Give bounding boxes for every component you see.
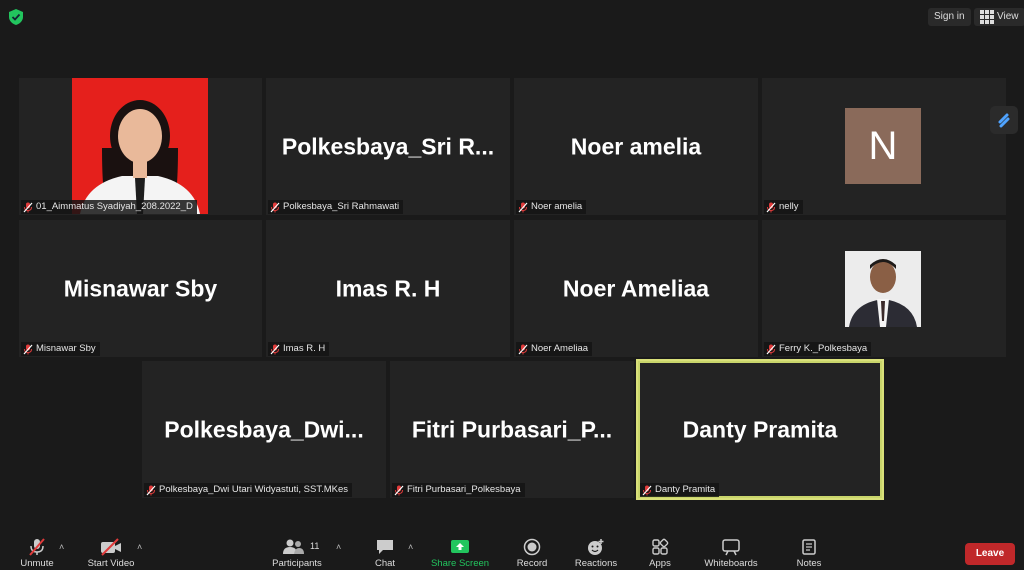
- video-tile[interactable]: Polkesbaya_Dwi... Polkesbaya_Dwi Utari W…: [142, 361, 386, 498]
- participant-name: Noer Ameliaa: [531, 343, 589, 354]
- record-label: Record: [516, 558, 548, 569]
- view-button[interactable]: View: [974, 8, 1024, 26]
- share-screen-button[interactable]: Share Screen: [425, 532, 495, 570]
- whiteboards-label: Whiteboards: [704, 558, 758, 569]
- video-off-icon: [101, 538, 121, 556]
- reactions-button[interactable]: Reactions: [561, 532, 631, 570]
- muted-mic-icon: [766, 344, 776, 354]
- apps-icon: [652, 538, 669, 555]
- participants-button[interactable]: Participants: [262, 532, 332, 570]
- participant-photo: [845, 251, 921, 327]
- participants-label: Participants: [272, 558, 322, 569]
- chevron-up-icon[interactable]: ˄: [59, 542, 64, 552]
- whiteboards-button[interactable]: Whiteboards: [696, 532, 766, 570]
- muted-mic-icon: [23, 344, 33, 354]
- participant-name-label: Fitri Purbasari_Polkesbaya: [392, 483, 525, 497]
- participant-name: Danty Pramita: [655, 484, 716, 495]
- record-button[interactable]: Record: [497, 532, 567, 570]
- muted-mic-icon: [642, 485, 652, 495]
- start-video-label: Start Video: [87, 558, 135, 569]
- grid-icon: [980, 10, 994, 24]
- video-tile[interactable]: N nelly: [762, 78, 1006, 215]
- share-screen-label: Share Screen: [430, 558, 490, 569]
- chat-label: Chat: [374, 558, 396, 569]
- participant-name: Polkesbaya_Sri Rahmawati: [283, 201, 400, 212]
- participant-name: Fitri Purbasari_Polkesbaya: [407, 484, 521, 495]
- muted-mic-icon: [270, 344, 280, 354]
- leave-button[interactable]: Leave: [965, 543, 1015, 565]
- participant-name-label: Imas R. H: [268, 342, 330, 356]
- participant-name: Polkesbaya_Dwi Utari Widyastuti, SST.MKe…: [159, 484, 349, 495]
- reactions-label: Reactions: [574, 558, 618, 569]
- participant-name: Misnawar Sby: [36, 343, 96, 354]
- view-label: View: [997, 11, 1019, 22]
- unmute-label: Unmute: [20, 558, 54, 569]
- chevron-up-icon[interactable]: ˄: [408, 542, 413, 552]
- participant-display-name: Fitri Purbasari_P...: [411, 416, 613, 442]
- reactions-icon: [588, 539, 604, 555]
- participant-name: Noer amelia: [531, 201, 583, 212]
- participant-display-name: Polkesbaya_Sri R...: [281, 133, 495, 159]
- stack-icon: [998, 113, 1010, 128]
- participant-name-label: Ferry K._Polkesbaya: [764, 342, 872, 356]
- participant-display-name: Danty Pramita: [682, 416, 838, 442]
- participant-display-name: Imas R. H: [335, 275, 441, 301]
- participant-display-name: Noer amelia: [570, 133, 702, 159]
- share-screen-icon: [451, 540, 469, 553]
- avatar: N: [845, 108, 921, 184]
- video-tile[interactable]: Polkesbaya_Sri R... Polkesbaya_Sri Rahma…: [266, 78, 510, 215]
- apps-label: Apps: [649, 558, 671, 569]
- participant-name-label: Misnawar Sby: [21, 342, 100, 356]
- active-speaker-tile[interactable]: Danty Pramita Danty Pramita: [636, 359, 884, 500]
- muted-mic-icon: [518, 202, 528, 212]
- participant-display-name: Polkesbaya_Dwi...: [164, 416, 364, 442]
- participant-name-label: Noer Ameliaa: [516, 342, 593, 356]
- top-bar: Sign in View: [0, 0, 1024, 34]
- video-tile[interactable]: Fitri Purbasari_P... Fitri Purbasari_Pol…: [390, 361, 634, 498]
- video-tile[interactable]: Noer amelia Noer amelia: [514, 78, 758, 215]
- video-tile[interactable]: 01_Aimmatus Syadiyah_208.2022_D: [19, 78, 262, 215]
- participant-name: nelly: [779, 201, 799, 212]
- side-panel-button[interactable]: [990, 106, 1018, 134]
- notes-label: Notes: [796, 558, 822, 569]
- participant-name-label: Noer amelia: [516, 200, 587, 214]
- participant-display-name: Noer Ameliaa: [562, 275, 710, 301]
- muted-mic-icon: [766, 202, 776, 212]
- notes-button[interactable]: Notes: [774, 532, 844, 570]
- start-video-button[interactable]: Start Video: [76, 532, 146, 570]
- muted-mic-icon: [29, 538, 45, 556]
- participant-name-label: nelly: [764, 200, 803, 214]
- participant-name-label: Polkesbaya_Sri Rahmawati: [268, 200, 404, 214]
- participant-photo: [72, 78, 208, 214]
- muted-mic-icon: [270, 202, 280, 212]
- video-tile[interactable]: Noer Ameliaa Noer Ameliaa: [514, 220, 758, 357]
- participants-count: 11: [310, 541, 320, 551]
- participant-name-label: Danty Pramita: [640, 483, 720, 497]
- chevron-up-icon[interactable]: ˄: [336, 542, 341, 552]
- participant-name: Ferry K._Polkesbaya: [779, 343, 868, 354]
- participant-name: 01_Aimmatus Syadiyah_208.2022_D: [36, 201, 193, 212]
- muted-mic-icon: [518, 344, 528, 354]
- apps-button[interactable]: Apps: [625, 532, 695, 570]
- chevron-up-icon[interactable]: ˄: [137, 542, 142, 552]
- video-tile[interactable]: Ferry K._Polkesbaya: [762, 220, 1006, 357]
- record-icon: [523, 538, 541, 556]
- notes-icon: [802, 539, 816, 555]
- shield-icon[interactable]: [9, 9, 23, 25]
- sign-in-button[interactable]: Sign in: [928, 8, 971, 26]
- meeting-toolbar: Unmute ˄ Start Video ˄ Participants 11 ˄…: [0, 532, 1024, 570]
- muted-mic-icon: [146, 485, 156, 495]
- participant-name-label: Polkesbaya_Dwi Utari Widyastuti, SST.MKe…: [144, 483, 353, 497]
- participant-name: Imas R. H: [283, 343, 326, 354]
- participant-display-name: Misnawar Sby: [63, 275, 218, 301]
- video-tile[interactable]: Misnawar Sby Misnawar Sby: [19, 220, 262, 357]
- muted-mic-icon: [394, 485, 404, 495]
- chat-icon: [377, 540, 393, 554]
- muted-mic-icon: [23, 202, 33, 212]
- whiteboard-icon: [722, 539, 740, 556]
- participant-name-label: 01_Aimmatus Syadiyah_208.2022_D: [21, 200, 197, 214]
- video-tile[interactable]: Imas R. H Imas R. H: [266, 220, 510, 357]
